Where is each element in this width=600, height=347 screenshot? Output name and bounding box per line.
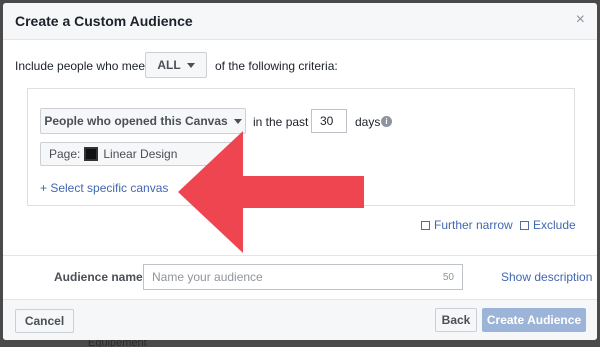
dialog-title: Create a Custom Audience <box>15 13 193 29</box>
criteria-suffix: of the following criteria: <box>215 59 338 73</box>
cancel-button[interactable]: Cancel <box>15 309 74 333</box>
exclude-button[interactable]: Exclude <box>520 218 576 232</box>
page-name: Linear Design <box>103 147 178 161</box>
criteria-prefix: Include people who meet <box>15 59 149 73</box>
create-custom-audience-dialog: Create a Custom Audience × Include peopl… <box>3 3 597 340</box>
divider <box>3 255 597 256</box>
audience-name-label: Audience name <box>54 270 143 284</box>
info-icon[interactable]: i <box>381 116 392 127</box>
rule-type-dropdown[interactable]: People who opened this Canvas <box>40 108 246 134</box>
back-button[interactable]: Back <box>435 308 477 332</box>
page-selector[interactable]: Page: Linear Design <box>40 142 232 166</box>
exclude-icon <box>520 221 529 230</box>
audience-name-input[interactable]: Name your audience 50 <box>143 264 463 290</box>
caret-down-icon <box>186 62 195 68</box>
exclude-label: Exclude <box>533 218 576 232</box>
match-dropdown[interactable]: ALL <box>145 52 207 78</box>
create-audience-button[interactable]: Create Audience <box>482 308 586 332</box>
close-icon[interactable]: × <box>576 12 585 28</box>
audience-name-placeholder: Name your audience <box>152 270 263 284</box>
further-narrow-label: Further narrow <box>434 218 513 232</box>
page-prefix: Page: <box>49 147 81 161</box>
days-label: days <box>355 115 381 129</box>
caret-down-icon <box>233 118 242 124</box>
dialog-header: Create a Custom Audience × <box>3 3 597 40</box>
dialog-footer: Cancel Back Create Audience <box>3 299 597 340</box>
further-narrow-button[interactable]: Further narrow <box>421 218 513 232</box>
page-logo-icon <box>84 147 99 161</box>
char-count: 50 <box>442 271 454 283</box>
show-description-link[interactable]: Show description <box>501 270 592 284</box>
rule-panel: People who opened this Canvas in the pas… <box>27 88 575 206</box>
in-the-past-label: in the past <box>253 115 309 129</box>
days-input[interactable]: 30 <box>311 109 347 133</box>
rule-type-label: People who opened this Canvas <box>44 114 228 128</box>
select-specific-canvas-link[interactable]: + Select specific canvas <box>40 181 168 195</box>
match-value: ALL <box>157 58 181 72</box>
further-narrow-icon <box>421 221 430 230</box>
